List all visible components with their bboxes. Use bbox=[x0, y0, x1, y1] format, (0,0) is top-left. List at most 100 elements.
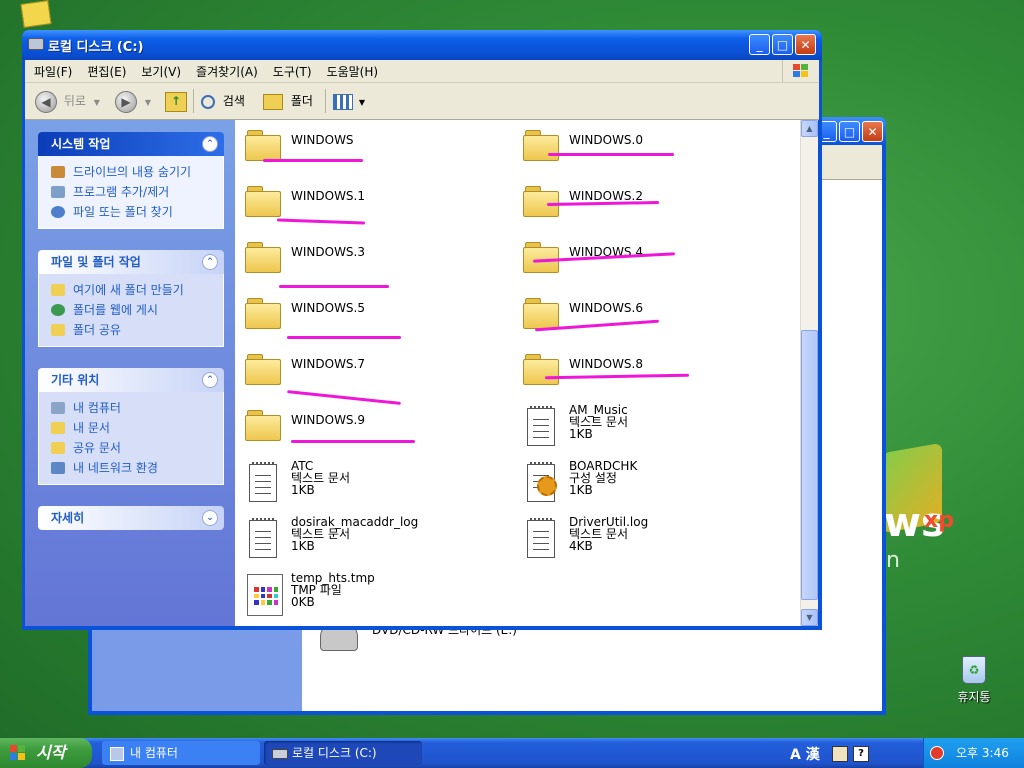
folder-icon bbox=[245, 130, 281, 161]
menu-help[interactable]: 도움말(H) bbox=[318, 60, 385, 80]
documents-icon bbox=[51, 422, 65, 434]
views-button[interactable]: ▼ bbox=[333, 89, 365, 113]
search-button[interactable]: 검색 bbox=[201, 89, 245, 113]
task-pane: 시스템 작업 ⌃ 드라이브의 내용 숨기기 프로그램 추가/제거 파일 또는 폴… bbox=[25, 120, 235, 626]
explorer-window[interactable]: 로컬 디스크 (C:) _ □ ✕ 파일(F) 편집(E) 보기(V) 즐겨찾기(A)… bbox=[22, 30, 822, 630]
folder-item[interactable]: WINDOWS.7 bbox=[245, 348, 485, 396]
file-item[interactable]: AM_Music 텍스트 문서 1KB bbox=[523, 404, 763, 452]
search-label: 검색 bbox=[222, 94, 245, 108]
folder-item[interactable]: WINDOWS.5 bbox=[245, 292, 485, 340]
expand-chevron-icon[interactable]: ⌄ bbox=[202, 510, 218, 526]
annotation-stroke bbox=[279, 285, 389, 288]
file-item[interactable]: DriverUtil.log 텍스트 문서 4KB bbox=[523, 516, 763, 564]
other-places-header[interactable]: 기타 위치 ⌃ bbox=[38, 368, 224, 392]
folder-name: WINDOWS.8 bbox=[569, 357, 643, 371]
file-size: 1KB bbox=[569, 483, 593, 497]
clock[interactable]: 오후 3:46 bbox=[956, 738, 1009, 768]
start-button[interactable]: 시작 bbox=[0, 738, 92, 768]
menu-file[interactable]: 파일(F) bbox=[25, 60, 78, 80]
menu-view[interactable]: 보기(V) bbox=[132, 60, 187, 80]
publish-folder-link[interactable]: 폴더를 웹에 게시 bbox=[51, 300, 223, 320]
my-documents-link[interactable]: 내 문서 bbox=[51, 418, 223, 438]
folder-icon bbox=[245, 242, 281, 273]
maximize-button[interactable]: □ bbox=[772, 34, 793, 55]
other-places-panel: 기타 위치 ⌃ 내 컴퓨터 내 문서 공유 문서 내 네트워크 환경 bbox=[38, 368, 224, 485]
views-dropdown-icon: ▼ bbox=[358, 98, 365, 107]
recycle-bin-icon[interactable]: ♻ 휴지통 bbox=[948, 656, 1000, 705]
folder-item[interactable]: WINDOWS.6 bbox=[523, 292, 763, 340]
folder-icon bbox=[245, 410, 281, 441]
bg-maximize-button[interactable]: □ bbox=[839, 121, 860, 142]
minimize-button[interactable]: _ bbox=[749, 34, 770, 55]
new-folder-icon bbox=[51, 284, 65, 296]
taskbar-item-my-computer[interactable]: 내 컴퓨터 bbox=[102, 741, 260, 765]
hide-drive-contents-link[interactable]: 드라이브의 내용 숨기기 bbox=[51, 162, 223, 182]
ime-tools-icon[interactable] bbox=[832, 746, 848, 762]
security-alert-icon[interactable] bbox=[930, 746, 944, 760]
back-button[interactable]: ◀ 뒤로 ▼ bbox=[35, 89, 100, 113]
add-remove-programs-link[interactable]: 프로그램 추가/제거 bbox=[51, 182, 223, 202]
globe-icon bbox=[51, 304, 65, 316]
window-titlebar[interactable]: 로컬 디스크 (C:) _ □ ✕ bbox=[22, 30, 822, 60]
file-item[interactable]: ATC 텍스트 문서 1KB bbox=[245, 460, 485, 508]
forward-arrow-icon: ▶ bbox=[115, 90, 137, 113]
text-document-icon bbox=[249, 462, 277, 502]
folder-item[interactable]: WINDOWS.9 bbox=[245, 404, 485, 452]
folder-item[interactable]: WINDOWS.8 bbox=[523, 348, 763, 396]
system-tray: 오후 3:46 bbox=[923, 738, 1024, 768]
recycle-bin-label: 휴지통 bbox=[957, 690, 991, 704]
my-computer-link[interactable]: 내 컴퓨터 bbox=[51, 398, 223, 418]
menu-tools[interactable]: 도구(T) bbox=[264, 60, 318, 80]
file-size: 0KB bbox=[291, 595, 315, 609]
collapse-chevron-icon[interactable]: ⌃ bbox=[202, 136, 218, 152]
file-list: WINDOWS WINDOWS.0 WINDOWS.1 WINDOWS.2 WI… bbox=[235, 120, 802, 626]
search-files-link[interactable]: 파일 또는 폴더 찾기 bbox=[51, 202, 223, 222]
scroll-thumb[interactable] bbox=[801, 330, 818, 600]
system-tasks-panel: 시스템 작업 ⌃ 드라이브의 내용 숨기기 프로그램 추가/제거 파일 또는 폴… bbox=[38, 132, 224, 229]
taskbar-item-local-disk[interactable]: 로컬 디스크 (C:) bbox=[264, 741, 422, 765]
network-places-link[interactable]: 내 네트워크 환경 bbox=[51, 458, 223, 478]
menu-favorites[interactable]: 즐겨찾기(A) bbox=[187, 60, 264, 80]
details-header[interactable]: 자세히 ⌄ bbox=[38, 506, 224, 530]
folder-name: WINDOWS.3 bbox=[291, 245, 365, 259]
menu-edit[interactable]: 편집(E) bbox=[78, 60, 132, 80]
new-folder-link[interactable]: 여기에 새 폴더 만들기 bbox=[51, 280, 223, 300]
folder-icon bbox=[245, 298, 281, 329]
text-document-icon bbox=[527, 518, 555, 558]
vertical-scrollbar[interactable]: ▲ ▼ bbox=[800, 120, 818, 626]
collapse-chevron-icon[interactable]: ⌃ bbox=[202, 372, 218, 388]
help-icon[interactable]: ? bbox=[853, 746, 869, 762]
toolbar: ◀ 뒤로 ▼ ▶ ▼ ↑ 검색 폴더 ▼ bbox=[25, 83, 819, 120]
file-item[interactable]: dosirak_macaddr_log 텍스트 문서 1KB bbox=[245, 516, 485, 564]
gear-icon bbox=[537, 476, 557, 496]
file-item[interactable]: temp_hts.tmp TMP 파일 0KB bbox=[245, 572, 485, 620]
system-tasks-header[interactable]: 시스템 작업 ⌃ bbox=[38, 132, 224, 156]
shared-documents-link[interactable]: 공유 문서 bbox=[51, 438, 223, 458]
file-folder-tasks-header[interactable]: 파일 및 폴더 작업 ⌃ bbox=[38, 250, 224, 274]
share-folder-link[interactable]: 폴더 공유 bbox=[51, 320, 223, 340]
drive-icon bbox=[28, 38, 44, 50]
desktop-icon-top[interactable] bbox=[20, 0, 54, 28]
collapse-chevron-icon[interactable]: ⌃ bbox=[202, 254, 218, 270]
back-arrow-icon: ◀ bbox=[35, 90, 57, 113]
folder-name: WINDOWS.9 bbox=[291, 413, 365, 427]
bg-close-button[interactable]: ✕ bbox=[862, 121, 883, 142]
forward-button[interactable]: ▶ ▼ bbox=[115, 89, 151, 113]
up-folder-button[interactable]: ↑ bbox=[165, 89, 187, 113]
close-button[interactable]: ✕ bbox=[795, 34, 816, 55]
folder-item[interactable]: WINDOWS.3 bbox=[245, 236, 485, 284]
taskbar-item-label: 내 컴퓨터 bbox=[130, 746, 178, 760]
text-document-icon bbox=[527, 406, 555, 446]
share-folder-icon bbox=[51, 324, 65, 336]
annotation-stroke bbox=[548, 153, 674, 156]
ime-language-bar[interactable]: A 漢 bbox=[790, 744, 820, 763]
file-item[interactable]: BOARDCHK 구성 설정 1KB bbox=[523, 460, 763, 508]
recycle-bin-glyph: ♻ bbox=[962, 656, 986, 684]
folder-name: WINDOWS.7 bbox=[291, 357, 365, 371]
folders-button[interactable]: 폴더 bbox=[263, 89, 313, 113]
folder-item[interactable]: WINDOWS bbox=[245, 124, 485, 172]
folder-item[interactable]: WINDOWS.0 bbox=[523, 124, 763, 172]
window-title: 로컬 디스크 (C:) bbox=[48, 40, 144, 55]
scroll-up-button[interactable]: ▲ bbox=[801, 120, 818, 137]
scroll-down-button[interactable]: ▼ bbox=[801, 609, 818, 626]
